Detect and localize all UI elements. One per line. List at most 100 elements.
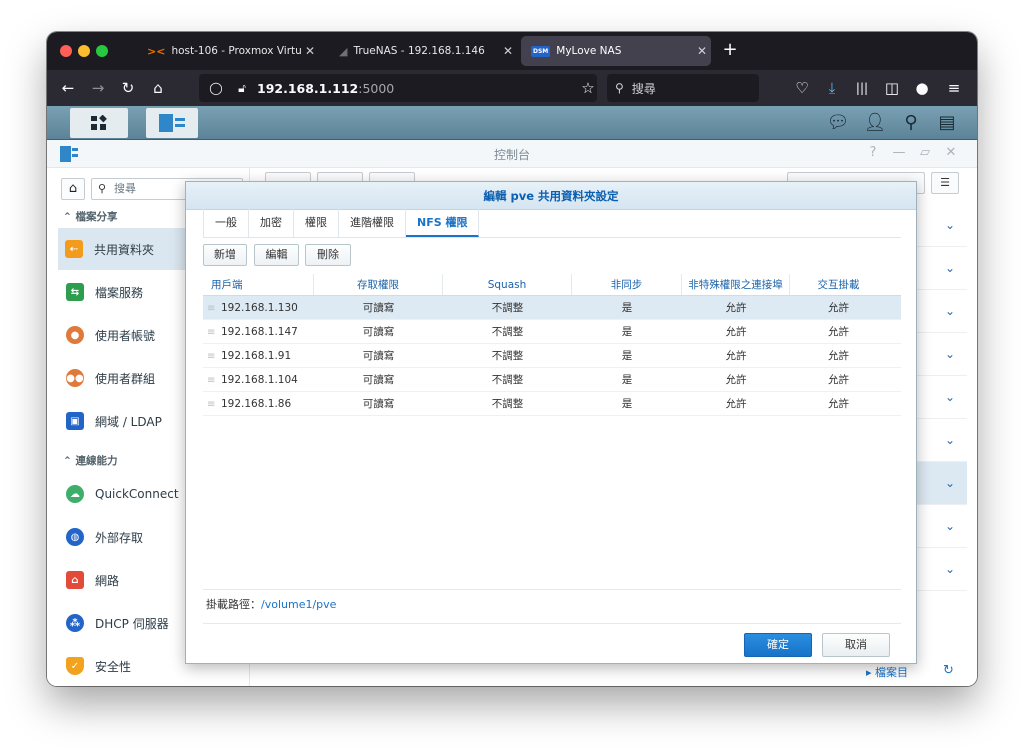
sidebar-toggle-icon[interactable]: ◫ <box>881 78 903 98</box>
search-placeholder: 搜尋 <box>631 81 656 96</box>
control-panel-taskbar-button[interactable] <box>146 108 198 138</box>
widgets-icon[interactable]: ▤ <box>935 111 959 135</box>
chevron-down-icon[interactable]: ⌄ <box>945 390 955 404</box>
async-cell: 是 <box>621 326 633 338</box>
cross-mount-cell: 允許 <box>828 374 849 386</box>
edit-shared-folder-dialog: 編輯 pve 共用資料夾設定 一般 加密 權限 進階權限 NFS 權限 新增 編… <box>185 181 917 664</box>
column-header-client[interactable]: 用戶端 <box>203 274 314 295</box>
new-tab-button[interactable]: + <box>720 40 740 60</box>
zoom-window-button[interactable] <box>96 45 108 57</box>
chevron-down-icon[interactable]: ⌄ <box>945 218 955 232</box>
tab-close-icon[interactable]: ✕ <box>693 44 711 58</box>
minimize-window-button[interactable] <box>78 45 90 57</box>
sidebar-item-label: 網路 <box>95 573 120 588</box>
ok-button[interactable]: 確定 <box>744 633 812 657</box>
sidebar-item-label: 外部存取 <box>95 530 144 545</box>
browser-tab-dsm[interactable]: DSM MyLove NAS ✕ <box>521 36 711 66</box>
browser-tab-truenas[interactable]: ◢ TrueNAS - 192.168.1.146 ✕ <box>329 36 517 66</box>
chevron-down-icon[interactable]: ⌄ <box>945 261 955 275</box>
column-header-non-privileged-port[interactable]: 非特殊權限之連接埠 <box>682 274 790 295</box>
url-port: :5000 <box>358 80 395 96</box>
minimize-icon[interactable]: — <box>891 145 907 160</box>
main-menu-button[interactable] <box>70 108 128 138</box>
chevron-down-icon[interactable]: ⌄ <box>945 476 955 490</box>
table-row[interactable]: ≡ 192.168.1.104 可讀寫 不調整 是 允許 允許 <box>203 368 901 392</box>
tab-close-icon[interactable]: ✕ <box>499 44 517 58</box>
create-rule-button[interactable]: 新增 <box>203 244 247 266</box>
notification-chat-icon[interactable]: 💬︎ <box>826 111 850 135</box>
cross-mount-cell: 允許 <box>828 350 849 362</box>
lock-icon[interactable]: 🔓︎ <box>233 81 251 96</box>
quickconnect-icon: ☁ <box>66 485 84 503</box>
home-button[interactable]: ⌂ <box>61 178 85 200</box>
table-row[interactable]: ≡ 192.168.1.91 可讀寫 不調整 是 允許 允許 <box>203 344 901 368</box>
tab-nfs-permissions[interactable]: NFS 權限 <box>406 209 480 237</box>
restore-icon[interactable]: ▱ <box>917 145 933 160</box>
cross-mount-cell: 允許 <box>828 326 849 338</box>
edit-rule-button[interactable]: 編輯 <box>254 244 299 266</box>
squash-cell: 不調整 <box>491 374 524 386</box>
tab-advanced-permissions[interactable]: 進階權限 <box>339 209 406 237</box>
reload-icon[interactable]: ↻ <box>117 78 139 98</box>
chevron-down-icon[interactable]: ⌄ <box>945 562 955 576</box>
non-privileged-port-cell: 允許 <box>725 374 747 386</box>
tab-general[interactable]: 一般 <box>203 209 249 237</box>
sidebar-item-label: 檔案服務 <box>95 285 144 300</box>
chevron-down-icon[interactable]: ⌄ <box>945 519 955 533</box>
tab-permissions[interactable]: 權限 <box>294 209 339 237</box>
url-bar[interactable]: ◯ 🔓︎ 192.168.1.112:5000 <box>199 74 597 102</box>
table-row[interactable]: ≡ 192.168.1.130 可讀寫 不調整 是 允許 允許 <box>203 296 901 320</box>
account-icon[interactable]: ● <box>911 78 933 98</box>
tracking-shield-icon[interactable]: ◯ <box>207 81 225 95</box>
main-menu-icon <box>91 115 107 130</box>
column-header-squash[interactable]: Squash <box>443 274 572 295</box>
sidebar-group-connectivity[interactable]: ⌃ 連線能力 <box>63 453 117 468</box>
dsm-search-icon[interactable]: ⚲ <box>899 111 923 135</box>
tab-title: TrueNAS - 192.168.1.146 <box>353 45 485 57</box>
close-icon[interactable]: ✕ <box>943 145 959 160</box>
cross-mount-cell: 允許 <box>828 398 849 410</box>
tab-encryption[interactable]: 加密 <box>249 209 294 237</box>
refresh-icon[interactable]: ↻ <box>943 663 954 678</box>
cancel-button[interactable]: 取消 <box>822 633 890 657</box>
search-bar[interactable]: ⚲ 搜尋 <box>607 74 759 102</box>
user-group-icon: ●● <box>66 369 84 387</box>
non-privileged-port-cell: 允許 <box>725 326 747 338</box>
chevron-down-icon[interactable]: ⌄ <box>945 433 955 447</box>
table-row[interactable]: ≡ 192.168.1.147 可讀寫 不調整 是 允許 允許 <box>203 320 901 344</box>
downloads-icon[interactable]: ⤓ <box>821 78 843 98</box>
home-icon[interactable]: ⌂ <box>147 78 169 98</box>
sidebar-item-label: 使用者帳號 <box>95 328 156 343</box>
help-icon[interactable]: ? <box>865 145 881 160</box>
cross-mount-cell: 允許 <box>828 302 849 314</box>
security-icon: ✓ <box>66 657 84 675</box>
column-header-privilege[interactable]: 存取權限 <box>314 274 443 295</box>
chevron-down-icon[interactable]: ⌄ <box>945 304 955 318</box>
drag-handle-icon[interactable]: ≡ <box>207 345 221 367</box>
sort-icon[interactable]: ☰ <box>931 172 959 194</box>
browser-tab-proxmox[interactable]: >< host-106 - Proxmox Virtual Envi ✕ <box>137 36 319 66</box>
library-icon[interactable]: ||| <box>851 78 873 98</box>
chevron-down-icon[interactable]: ⌄ <box>945 347 955 361</box>
delete-rule-button[interactable]: 刪除 <box>305 244 351 266</box>
drag-handle-icon[interactable]: ≡ <box>207 369 221 391</box>
user-menu-icon[interactable]: 👤︎ <box>863 111 887 135</box>
dsm-icon: DSM <box>531 45 551 57</box>
close-window-button[interactable] <box>60 45 72 57</box>
drag-handle-icon[interactable]: ≡ <box>207 297 221 319</box>
sidebar-group-file-sharing[interactable]: ⌃ 檔案分享 <box>63 209 117 224</box>
forward-icon[interactable]: → <box>87 78 109 98</box>
column-header-cross-mount[interactable]: 交互掛載 <box>790 274 887 295</box>
drag-handle-icon[interactable]: ≡ <box>207 393 221 415</box>
column-header-async[interactable]: 非同步 <box>572 274 682 295</box>
tab-close-icon[interactable]: ✕ <box>301 44 319 58</box>
client-cell: 192.168.1.91 <box>221 350 292 362</box>
dialog-footer-divider <box>203 623 901 624</box>
bookmark-star-icon[interactable]: ☆ <box>577 78 599 98</box>
back-icon[interactable]: ← <box>57 78 79 98</box>
menu-icon[interactable]: ≡ <box>943 78 965 98</box>
search-icon: ⚲ <box>98 182 107 195</box>
table-row[interactable]: ≡ 192.168.1.86 可讀寫 不調整 是 允許 允許 <box>203 392 901 416</box>
pocket-icon[interactable]: ♡ <box>791 78 813 98</box>
drag-handle-icon[interactable]: ≡ <box>207 321 221 343</box>
